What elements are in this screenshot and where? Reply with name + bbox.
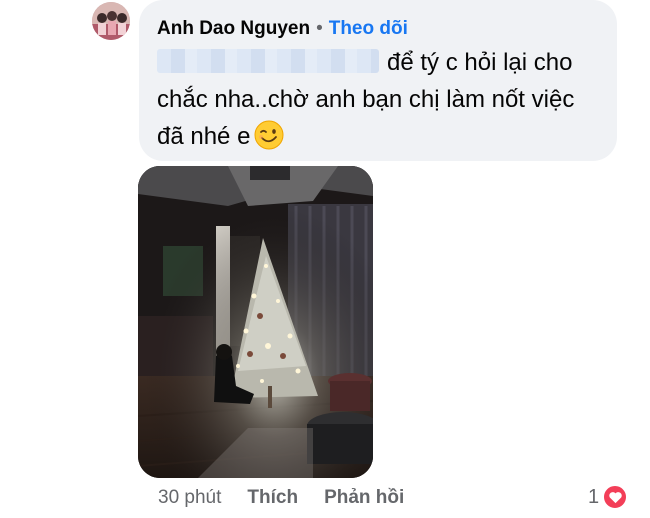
comment-bubble: Anh Dao Nguyen • Theo dõi để tý c hỏi lại …: [139, 0, 617, 161]
author-name[interactable]: Anh Dao Nguyen: [157, 18, 310, 39]
comment-header: Anh Dao Nguyen • Theo dõi: [157, 18, 408, 40]
comment-text: để tý c hỏi lại cho chắc nha..chờ anh bạ…: [157, 44, 607, 155]
like-button[interactable]: Thích: [247, 487, 298, 508]
reaction-summary[interactable]: 1: [588, 484, 629, 510]
redacted-mention: [157, 49, 379, 73]
reaction-count: 1: [588, 485, 600, 508]
heart-icon: [602, 484, 629, 510]
winking-face-icon: [254, 120, 284, 150]
timestamp[interactable]: 30 phút: [158, 487, 221, 508]
comment-photo[interactable]: [138, 166, 373, 478]
comment-text-line1: để tý c hỏi lại cho: [387, 49, 573, 76]
comment-text-line3: đã nhé e: [157, 123, 251, 150]
comment-text-line2: chắc nha..chờ anh bạn chị làm nốt việc: [157, 86, 575, 113]
avatar-image: [92, 2, 130, 40]
separator-dot: •: [316, 18, 323, 39]
christmas-tree-photo: [138, 166, 373, 478]
reply-button[interactable]: Phản hồi: [324, 487, 404, 508]
avatar[interactable]: [92, 2, 130, 40]
comment-actions: 30 phút Thích Phản hồi: [158, 487, 404, 509]
follow-link[interactable]: Theo dõi: [329, 18, 408, 39]
